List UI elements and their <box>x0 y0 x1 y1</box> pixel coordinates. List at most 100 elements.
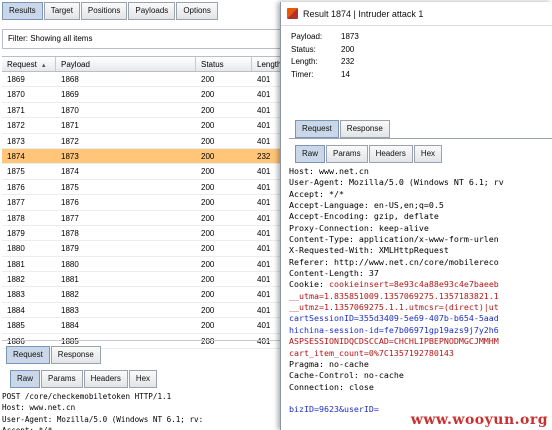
tab-options[interactable]: Options <box>176 2 218 20</box>
table-row[interactable]: 1881 1880 200 401 <box>2 257 292 273</box>
cookie-continuation: hichina-session-id=fe7b06971gp19azs9j7y2… <box>289 325 552 336</box>
subtab-raw[interactable]: Raw <box>10 370 41 388</box>
tab-request[interactable]: Request <box>6 346 50 364</box>
cell-payload: 1882 <box>61 290 79 300</box>
cell-request: 1880 <box>7 244 25 254</box>
result-detail-window: Result 1874 | Intruder attack 1 Payload:… <box>280 2 552 430</box>
meta-value: 14 <box>341 69 350 79</box>
table-row[interactable]: 1879 1878 200 401 <box>2 226 292 242</box>
tab-results[interactable]: Results <box>2 2 43 20</box>
cell-status: 200 <box>201 151 215 161</box>
cell-status: 200 <box>201 259 215 269</box>
message-view-tabs: Raw Params Headers Hex <box>10 370 158 388</box>
popup-subtab-headers[interactable]: Headers <box>368 145 413 163</box>
cookie-continuation: __utma=1.835851009.1357069275.1357183821… <box>289 291 552 302</box>
meta-label: Timer: <box>291 69 314 79</box>
cell-payload: 1883 <box>61 305 79 315</box>
cell-request: 1884 <box>7 305 25 315</box>
table-body: 1869 1868 200 401 1870 1869 200 401 1871 1870 200 4… <box>2 72 292 350</box>
popup-message-view-tabs: Raw Params Headers Hex <box>295 145 443 163</box>
cell-payload: 1871 <box>61 121 79 131</box>
header-line: Content-Type: application/x-www-form-url… <box>289 234 499 245</box>
request-editor[interactable]: POST /core/checkemobiletoken HTTP/1.1 Ho… <box>2 391 292 430</box>
table-row[interactable]: 1876 1875 200 401 <box>2 180 292 196</box>
cell-request: 1874 <box>7 151 25 161</box>
tab-underline <box>289 138 552 139</box>
tab-target[interactable]: Target <box>43 2 80 20</box>
filter-bar[interactable]: Filter: Showing all items <box>2 29 292 49</box>
meta-label: Status: <box>291 44 316 54</box>
tab-positions[interactable]: Positions <box>80 2 128 20</box>
cell-status: 200 <box>201 290 215 300</box>
table-row[interactable]: 1873 1872 200 401 <box>2 134 292 149</box>
column-header-request[interactable]: Request ▲ <box>2 57 56 71</box>
column-header-status[interactable]: Status <box>196 57 252 71</box>
table-row[interactable]: 1885 1884 200 401 <box>2 318 292 334</box>
cell-request: 1877 <box>7 198 25 208</box>
main-tab-bar: Results Target Positions Payloads Options <box>2 2 218 20</box>
cell-request: 1878 <box>7 213 25 223</box>
cell-request: 1875 <box>7 167 25 177</box>
cell-request: 1869 <box>7 75 25 84</box>
table-row[interactable]: 1870 1869 200 401 <box>2 87 292 103</box>
cell-payload: 1879 <box>61 244 79 254</box>
table-row[interactable]: 1883 1882 200 401 <box>2 287 292 303</box>
cookie-value: hichina-session-id=fe7b06971gp19azs9j7y2… <box>289 324 499 335</box>
table-row[interactable]: 1884 1883 200 401 <box>2 303 292 319</box>
cell-request: 1870 <box>7 90 25 100</box>
meta-value: 232 <box>341 57 355 66</box>
cell-request: 1882 <box>7 275 25 285</box>
subtab-headers[interactable]: Headers <box>83 370 128 388</box>
cell-request: 1883 <box>7 290 25 300</box>
header-line: Pragma: no-cache <box>289 358 369 369</box>
header-line: Cache-Control: no-cache <box>289 370 404 381</box>
popup-subtab-hex[interactable]: Hex <box>413 145 443 163</box>
subtab-params[interactable]: Params <box>41 370 83 388</box>
cookie-value: ASPSESSIONIDQCDSCCAD=CHCHLIPBEPNODMGCJMM… <box>289 336 499 347</box>
cell-request: 1876 <box>7 182 25 192</box>
table-row[interactable]: 1875 1874 200 401 <box>2 164 292 180</box>
cell-status: 200 <box>201 213 215 223</box>
cell-status: 200 <box>201 167 215 177</box>
table-row[interactable]: 1882 1881 200 401 <box>2 272 292 288</box>
meta-timer: Timer: 14 <box>291 69 359 82</box>
table-row[interactable]: 1872 1871 200 401 <box>2 118 292 134</box>
header-line: User-Agent: Mozilla/5.0 (Windows NT 6.1;… <box>289 177 504 188</box>
cookie-value: cookieinsert=8e93c4a88e93c4e7baeeb <box>328 279 499 290</box>
cookie-continuation: cart_item_count=0%7C1357192780143 <box>289 348 552 359</box>
cell-payload: 1875 <box>61 182 79 192</box>
table-header: Request ▲ Payload Status Length <box>2 56 292 72</box>
cell-status: 200 <box>201 136 215 146</box>
cell-status: 200 <box>201 321 215 331</box>
cell-payload: 1873 <box>61 151 79 161</box>
cell-status: 200 <box>201 182 215 192</box>
table-row[interactable]: 1871 1870 200 401 <box>2 103 292 119</box>
popup-tab-response[interactable]: Response <box>339 120 390 138</box>
table-row[interactable]: 1878 1877 200 401 <box>2 211 292 226</box>
meta-value: 1873 <box>341 32 359 41</box>
cell-status: 200 <box>201 244 215 254</box>
cookie-value: __utmz=1.1357069275.1.1.utmcsr=(direct)|… <box>289 302 499 313</box>
table-row[interactable]: 1874 1873 200 232 <box>2 148 292 165</box>
window-title: Result 1874 | Intruder attack 1 <box>303 8 424 19</box>
table-row[interactable]: 1869 1868 200 401 <box>2 72 292 88</box>
popup-subtab-params[interactable]: Params <box>326 145 368 163</box>
pane-divider[interactable] <box>2 340 280 341</box>
column-header-payload[interactable]: Payload <box>56 57 196 71</box>
header-line: Accept-Language: en-US,en;q=0.5 <box>289 200 444 211</box>
meta-payload: Payload: 1873 <box>291 31 359 44</box>
raw-request-view[interactable]: Host: www.net.cn User-Agent: Mozilla/5.0 … <box>289 166 552 430</box>
popup-subtab-raw[interactable]: Raw <box>295 145 326 163</box>
cell-payload: 1880 <box>61 259 79 269</box>
tab-payloads[interactable]: Payloads <box>128 2 176 20</box>
tab-response[interactable]: Response <box>50 346 101 364</box>
subtab-hex[interactable]: Hex <box>128 370 158 388</box>
table-row[interactable]: 1877 1876 200 401 <box>2 195 292 211</box>
popup-tab-request[interactable]: Request <box>295 120 339 138</box>
table-row[interactable]: 1880 1879 200 401 <box>2 241 292 257</box>
cookie-value: cart_item_count=0%7C1357192780143 <box>289 347 454 358</box>
header-line: Host: www.net.cn <box>289 166 369 176</box>
cell-request: 1873 <box>7 136 25 146</box>
cell-payload: 1874 <box>61 167 79 177</box>
window-titlebar[interactable]: Result 1874 | Intruder attack 1 <box>281 2 552 26</box>
